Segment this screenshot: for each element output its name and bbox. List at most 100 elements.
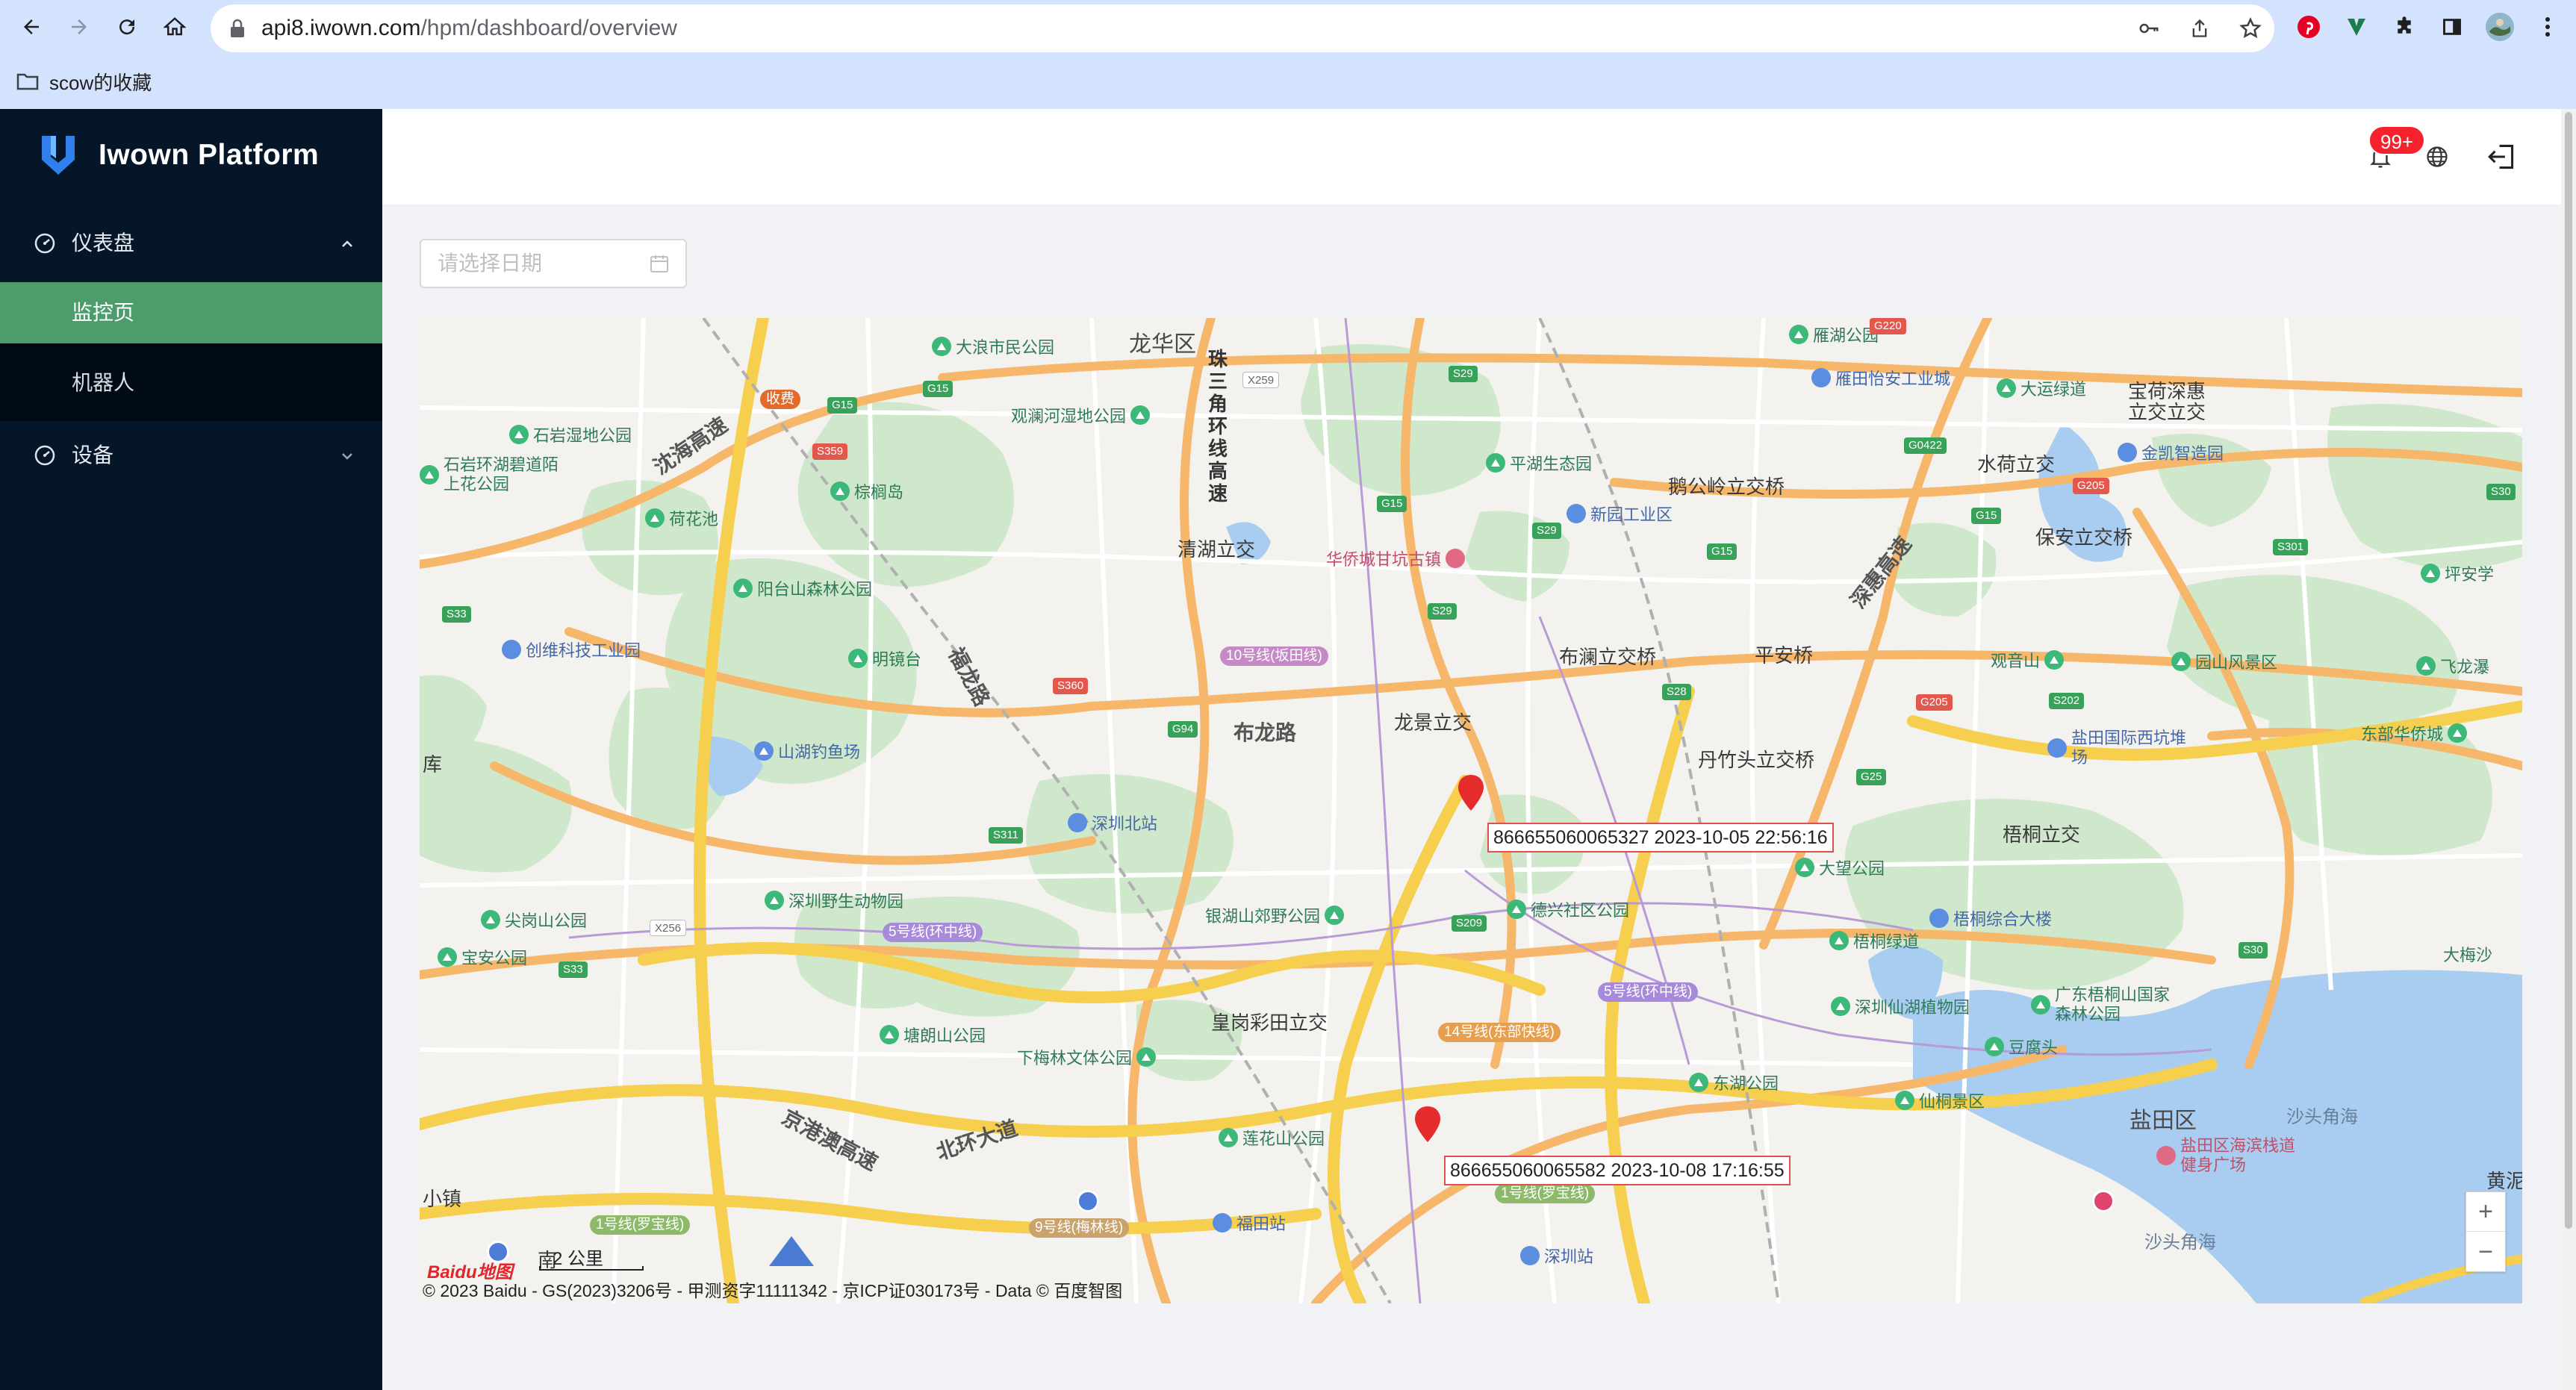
star-icon[interactable] <box>2234 12 2267 45</box>
building-icon <box>1567 504 1586 523</box>
park-icon <box>1486 453 1505 473</box>
interchange-label: 水荷立交 <box>1977 453 2056 476</box>
marker-label[interactable]: 866655060065582 2023-10-08 17:16:55 <box>1444 1156 1791 1185</box>
location-pin-icon[interactable] <box>1413 1105 1443 1144</box>
zoom-out-button[interactable]: − <box>2466 1232 2505 1272</box>
park-icon <box>830 481 850 501</box>
scenic-poi: 华侨城甘坑古镇 <box>1326 546 1469 570</box>
date-picker-input[interactable]: 请选择日期 <box>420 239 687 288</box>
url-path: /hpm/dashboard/overview <box>420 16 677 40</box>
building-icon <box>1811 368 1831 387</box>
metro-label: 5号线(环中线) <box>1598 982 1699 1002</box>
sea-label: 沙头角海 <box>2144 1232 2216 1253</box>
district-label: 龙华区 <box>1129 332 1196 357</box>
park-poi: 梧桐绿道 <box>1829 929 1919 953</box>
page-scrollbar[interactable] <box>2561 109 2576 1390</box>
road-label: 布龙路 <box>1233 721 1297 744</box>
park-icon <box>765 891 784 910</box>
app-logo[interactable]: Iwown Platform <box>39 131 319 179</box>
marker-device-id: 866655060065327 <box>1493 827 1649 848</box>
reload-icon[interactable] <box>111 10 143 43</box>
park-poi: 园山风景区 <box>2171 649 2277 673</box>
more-icon[interactable] <box>2531 10 2564 43</box>
highway-shield: S202 <box>2049 693 2085 709</box>
park-label: 荷花池 <box>669 510 719 529</box>
place-label: 小镇 <box>423 1188 462 1210</box>
logout-icon[interactable] <box>2485 140 2518 173</box>
url-text[interactable]: api8.iwown.com/hpm/dashboard/overview <box>261 4 677 52</box>
map-view[interactable]: 龙华区 盐田区 沈海高速 福龙路 布龙路 北环大道 京港澳高速 珠三角环线高速 … <box>420 318 2522 1303</box>
park-poi: 豆腐头 <box>1985 1035 2058 1059</box>
building-icon <box>1929 909 1949 928</box>
map-scale: 2 公里 <box>539 1244 644 1271</box>
location-pin-icon[interactable] <box>1456 773 1486 812</box>
bookmark-folder[interactable]: scow的收藏 <box>16 65 152 98</box>
scrollbar-thumb[interactable] <box>2565 112 2572 1229</box>
marker-timestamp: 2023-10-05 22:56:16 <box>1654 827 1828 848</box>
park-poi: 莲花山公园 <box>1219 1126 1325 1150</box>
toll-station-label: 收费 <box>760 390 801 409</box>
park-label: 园山风景区 <box>2195 653 2278 672</box>
park-poi: 明镜台 <box>848 646 921 670</box>
park-label: 东部华侨城 <box>2361 725 2444 744</box>
station-poi: 盐田国际西坑堆场 <box>2047 729 2189 767</box>
park-label: 坪安学 <box>2445 565 2495 584</box>
address-bar[interactable]: api8.iwown.com/hpm/dashboard/overview <box>211 4 2274 52</box>
submenu-item-monitor[interactable]: 监控页 <box>0 282 382 343</box>
home-icon[interactable] <box>158 10 191 43</box>
interchange-label: 布澜立交桥 <box>1559 646 1657 668</box>
forward-icon[interactable] <box>63 10 96 43</box>
station-label: 深圳北站 <box>1092 814 1158 833</box>
building-label: 金凯智造园 <box>2141 444 2224 463</box>
park-label: 山湖钓鱼场 <box>778 743 861 761</box>
park-icon <box>1130 405 1151 425</box>
place-label: 宝荷深惠立交立交 <box>2128 380 2206 423</box>
marker-timestamp: 2023-10-08 17:16:55 <box>1611 1160 1785 1181</box>
park-label: 大梅沙 <box>2443 946 2493 964</box>
interchange-label: 鹅公岭立交桥 <box>1668 476 1785 498</box>
sidepanel-icon[interactable] <box>2436 10 2468 43</box>
park-label: 梧桐绿道 <box>1853 932 1920 951</box>
station-poi: 盐田区海滨栈道健身广场 <box>2156 1136 2306 1175</box>
park-icon <box>2416 656 2436 676</box>
profile-avatar[interactable] <box>2483 10 2516 43</box>
metro-label: 10号线(坂田线) <box>1220 646 1328 666</box>
globe-icon[interactable] <box>2421 140 2454 173</box>
back-icon[interactable] <box>15 10 48 43</box>
key-icon[interactable] <box>2132 12 2165 45</box>
park-poi: 山湖钓鱼场 <box>754 739 860 763</box>
puzzle-icon[interactable] <box>2388 10 2421 43</box>
menu-devices[interactable]: 设备 <box>0 421 382 490</box>
zoom-in-button[interactable]: + <box>2466 1192 2505 1232</box>
parking-icon <box>1077 1190 1099 1212</box>
lock-icon[interactable] <box>221 12 254 45</box>
highway-shield: G94 <box>1168 721 1198 738</box>
park-icon <box>438 947 457 967</box>
station-poi: 深圳站 <box>1520 1244 1593 1268</box>
url-host: api8.iwown.com <box>261 16 421 40</box>
park-icon <box>1136 1047 1157 1067</box>
park-icon <box>509 425 529 444</box>
park-icon <box>2448 723 2468 743</box>
building-poi: 金凯智造园 <box>2118 440 2224 464</box>
road-label: 珠三角环线高速 <box>1207 348 1228 505</box>
vuetify-icon[interactable] <box>2340 10 2373 43</box>
highway-shield: G205 <box>1916 694 1953 711</box>
share-icon[interactable] <box>2183 12 2216 45</box>
dashboard-icon <box>34 445 55 466</box>
park-icon <box>1795 858 1814 877</box>
building-icon <box>2118 443 2137 462</box>
place-label: 黄泥 <box>2486 1170 2522 1192</box>
park-icon <box>481 910 500 929</box>
metro-label: 1号线(罗宝线) <box>590 1215 691 1235</box>
pinterest-icon[interactable] <box>2292 10 2325 43</box>
train-station-icon <box>1068 813 1087 832</box>
highway-shield: G205 <box>2073 478 2109 494</box>
building-label: 创维科技工业园 <box>526 641 641 660</box>
marker-label[interactable]: 866655060065327 2023-10-05 22:56:16 <box>1487 823 1834 853</box>
zoom-control: + − <box>2465 1191 2506 1272</box>
submenu-item-robot[interactable]: 机器人 <box>0 352 382 414</box>
menu-dashboard[interactable]: 仪表盘 <box>0 209 382 278</box>
highway-shield: S33 <box>559 962 588 978</box>
park-icon <box>1689 1073 1708 1092</box>
